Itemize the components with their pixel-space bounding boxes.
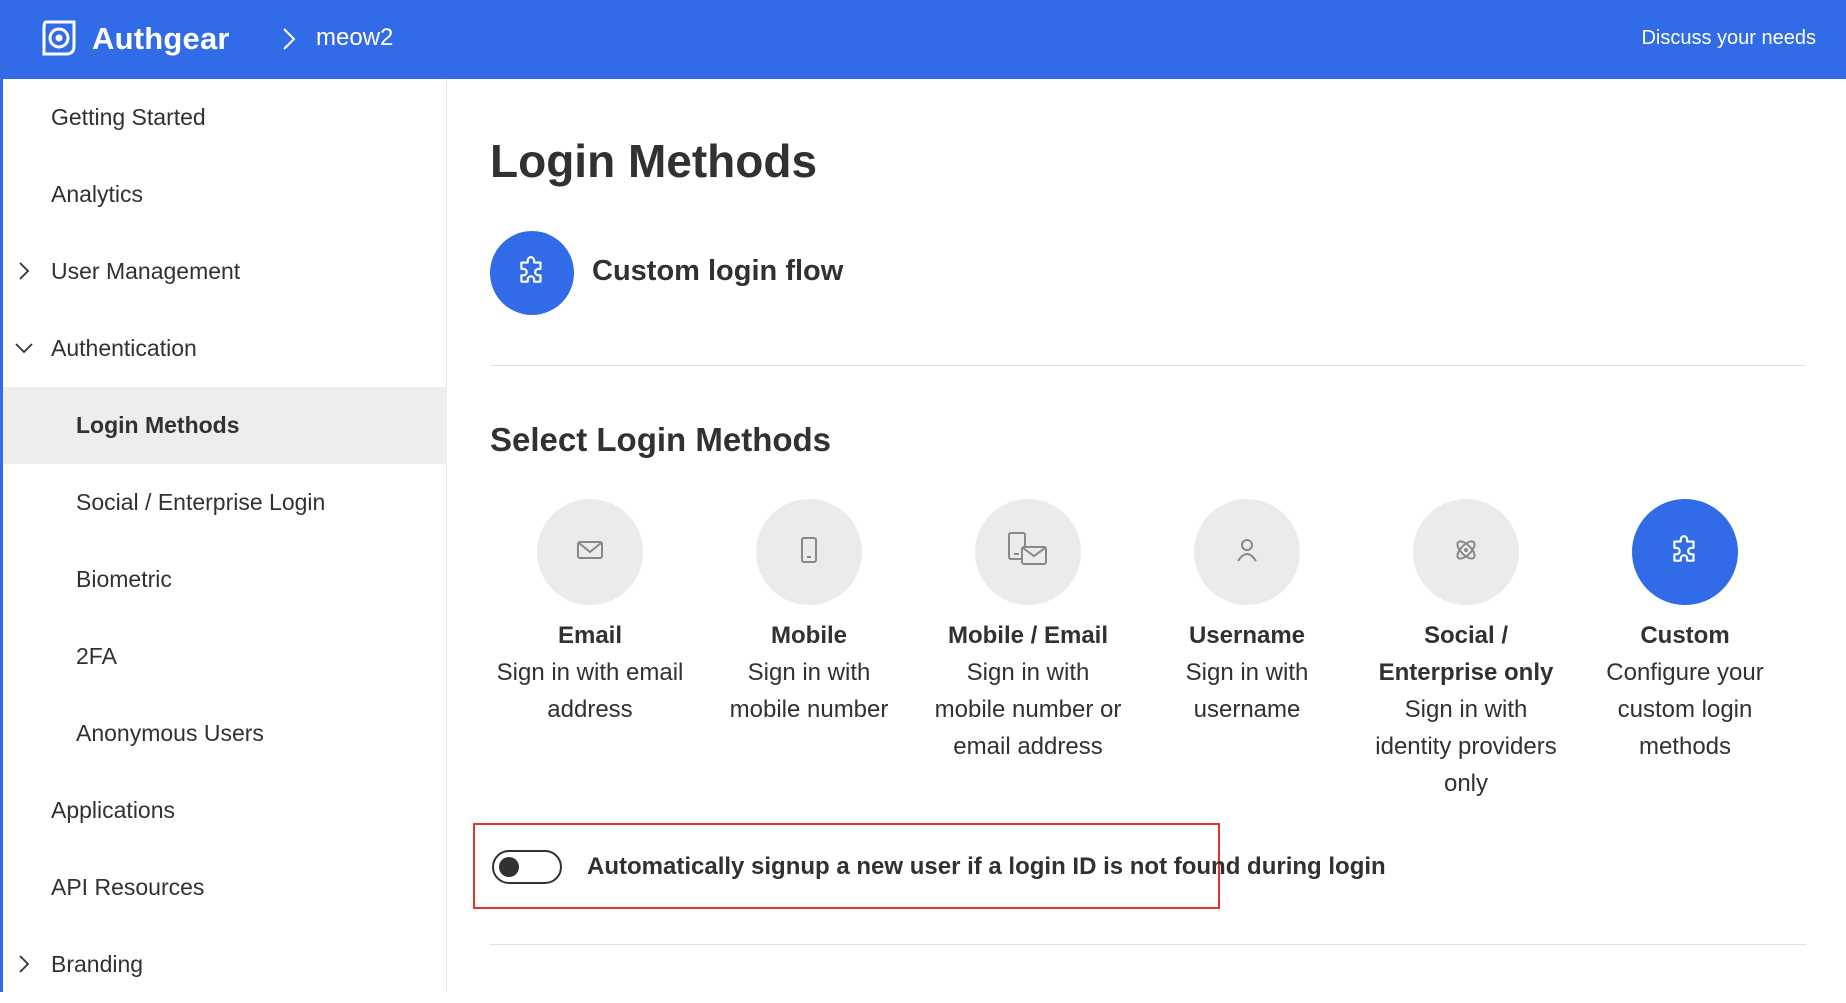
chevron-right-icon: [278, 26, 300, 52]
chevron-right-icon[interactable]: [15, 259, 33, 283]
method-title: Custom: [1640, 622, 1730, 649]
sidebar-item-getting-started[interactable]: Getting Started: [3, 79, 447, 156]
sidebar-item-label: API Resources: [51, 874, 205, 900]
login-method-custom[interactable]: Custom Configure your custom login method…: [1585, 499, 1785, 765]
method-icon-circle[interactable]: [537, 499, 643, 605]
method-icon-circle[interactable]: [1413, 499, 1519, 605]
sidebar-item-label: Biometric: [76, 566, 172, 592]
current-flow-label: Custom login flow: [592, 255, 844, 287]
sidebar-item-biometric[interactable]: Biometric: [3, 541, 447, 618]
toggle-knob: [499, 857, 519, 877]
sidebar-item-social-enterprise-login[interactable]: Social / Enterprise Login: [3, 464, 447, 541]
method-icon-circle[interactable]: [756, 499, 862, 605]
method-description: Sign in with mobile number or email addr…: [934, 659, 1122, 760]
project-breadcrumb[interactable]: meow2: [316, 24, 393, 52]
sidebar-item-label: User Management: [51, 258, 241, 284]
phone-icon: [793, 534, 825, 571]
sidebar-item-authentication[interactable]: Authentication: [3, 310, 447, 387]
authgear-logo-icon: [38, 16, 80, 63]
sidebar-item-applications[interactable]: Applications: [3, 772, 447, 849]
sidebar-item-label: Social / Enterprise Login: [76, 489, 326, 515]
top-bar: Authgear meow2 Discuss your needs: [0, 0, 1846, 79]
atom-icon: [1450, 534, 1482, 571]
chevron-right-icon[interactable]: [15, 952, 33, 976]
login-method-social-enterprise-only[interactable]: Social / Enterprise only Sign in with ide…: [1366, 499, 1566, 802]
discuss-needs-link[interactable]: Discuss your needs: [1641, 27, 1816, 50]
method-title: Email: [557, 622, 623, 649]
method-description: Sign in with mobile number: [729, 659, 889, 723]
divider: [490, 944, 1806, 945]
method-icon-circle[interactable]: [975, 499, 1081, 605]
login-method-username[interactable]: Username Sign in with username: [1147, 499, 1347, 728]
sidebar-item-label: Login Methods: [76, 412, 240, 438]
sidebar-item-analytics[interactable]: Analytics: [3, 156, 447, 233]
sidebar-item-label: Anonymous Users: [76, 720, 264, 746]
main-content: Login Methods Custom login flow Select L…: [448, 79, 1846, 992]
sidebar-item-2fa[interactable]: 2FA: [3, 618, 447, 695]
method-title: Username: [1188, 622, 1306, 649]
current-flow-badge: [490, 231, 574, 315]
method-title: Mobile: [771, 622, 847, 649]
sidebar-item-label: Applications: [51, 797, 176, 823]
sidebar-item-label: Branding: [51, 951, 144, 977]
method-title: Social / Enterprise only: [1378, 622, 1554, 686]
auto-signup-label: Automatically signup a new user if a log…: [587, 853, 1386, 880]
sidebar-item-label: Authentication: [51, 335, 197, 361]
auto-signup-setting: Automatically signup a new user if a log…: [473, 823, 1386, 909]
sidebar-item-label: Analytics: [51, 181, 144, 207]
sidebar: Getting Started Analytics User Management A…: [0, 79, 447, 992]
mail-icon: [574, 534, 606, 571]
sidebar-item-user-management[interactable]: User Management: [3, 233, 447, 310]
method-icon-circle[interactable]: [1632, 499, 1738, 605]
method-description: Configure your custom login methods: [1606, 659, 1764, 760]
brand[interactable]: Authgear: [38, 18, 230, 60]
phone-mail-icon: [1006, 530, 1050, 575]
page-title: Login Methods: [490, 135, 818, 187]
puzzle-icon: [1668, 533, 1702, 572]
method-description: Sign in with username: [1185, 659, 1309, 723]
sidebar-item-label: Getting Started: [51, 104, 206, 130]
auto-signup-toggle[interactable]: [492, 850, 562, 884]
section-title: Select Login Methods: [490, 421, 832, 458]
login-method-mobile-email[interactable]: Mobile / Email Sign in with mobile number…: [928, 499, 1128, 765]
sidebar-item-anonymous-users[interactable]: Anonymous Users: [3, 695, 447, 772]
sidebar-item-branding[interactable]: Branding: [3, 926, 447, 1003]
login-method-mobile[interactable]: Mobile Sign in with mobile number: [709, 499, 909, 728]
brand-name: Authgear: [92, 21, 230, 56]
sidebar-item-api-resources[interactable]: API Resources: [3, 849, 447, 926]
login-method-email[interactable]: Email Sign in with email address: [490, 499, 690, 728]
method-icon-circle[interactable]: [1194, 499, 1300, 605]
chevron-down-icon[interactable]: [15, 336, 33, 360]
sidebar-item-label: 2FA: [76, 643, 117, 669]
method-description: Sign in with identity providers only: [1375, 696, 1557, 797]
user-icon: [1231, 534, 1263, 571]
sidebar-item-login-methods[interactable]: Login Methods: [3, 387, 447, 464]
divider: [490, 365, 1806, 366]
puzzle-icon: [515, 254, 549, 293]
method-title: Mobile / Email: [947, 622, 1109, 649]
method-description: Sign in with email address: [496, 659, 684, 723]
